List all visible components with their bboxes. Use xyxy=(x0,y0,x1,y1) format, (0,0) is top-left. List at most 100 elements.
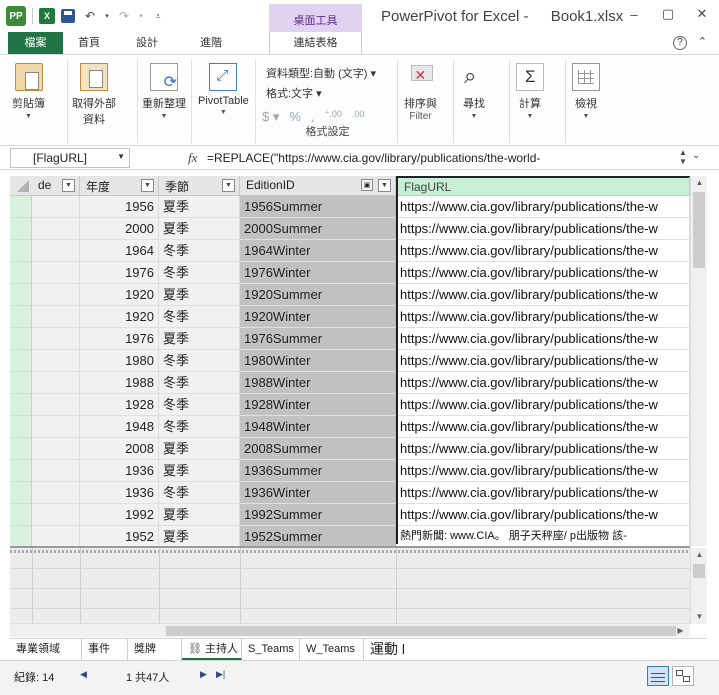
scroll-right-icon[interactable]: ▶ xyxy=(672,624,689,638)
cell-flag-url[interactable]: https://www.cia.gov/library/publications… xyxy=(398,438,690,460)
cell-season[interactable]: 冬季 xyxy=(159,416,240,438)
cell-code[interactable] xyxy=(32,416,80,438)
pane-splitter[interactable] xyxy=(10,550,690,553)
horizontal-scrollbar[interactable]: ▶ xyxy=(10,623,690,637)
cell-code[interactable] xyxy=(32,306,80,328)
cell-edition-id[interactable]: 1948Winter xyxy=(240,416,396,438)
grid-view-button[interactable] xyxy=(647,666,669,686)
cell-season[interactable]: 夏季 xyxy=(159,460,240,482)
cell-flag-url[interactable]: https://www.cia.gov/library/publications… xyxy=(398,328,690,350)
row-header[interactable] xyxy=(10,306,32,328)
select-all-corner[interactable] xyxy=(10,176,32,196)
row-header[interactable] xyxy=(10,284,32,306)
cell-year[interactable]: 1976 xyxy=(80,262,159,284)
row-header[interactable] xyxy=(10,416,32,438)
scroll-down-icon[interactable]: ▼ xyxy=(691,610,708,624)
tab-linked-table[interactable]: 連結表格 xyxy=(269,32,362,54)
cell-edition-id[interactable]: 2008Summer xyxy=(240,438,396,460)
sort-filter-button[interactable]: 排序與 Filter xyxy=(404,63,437,122)
cell-code[interactable] xyxy=(32,196,80,218)
cell-year[interactable]: 1920 xyxy=(80,284,159,306)
column-header-season[interactable]: 季節 ▼ xyxy=(159,176,240,196)
cell-code[interactable] xyxy=(32,284,80,306)
cell-season[interactable]: 夏季 xyxy=(159,526,240,548)
cell-flag-url[interactable]: 熱門新聞: www.CIA。 朋子天秤座/ p出版物 該- xyxy=(398,526,690,548)
cell-year[interactable]: 1976 xyxy=(80,328,159,350)
fx-icon[interactable]: fx xyxy=(188,150,197,166)
column-header-edition[interactable]: EditionID ▣ ▼ xyxy=(240,176,396,196)
cell-season[interactable]: 冬季 xyxy=(159,394,240,416)
format-dropdown[interactable]: 格式:文字 ▾ xyxy=(266,85,322,101)
cell-year[interactable]: 1956 xyxy=(80,196,159,218)
cell-code[interactable] xyxy=(32,218,80,240)
cell-season[interactable]: 冬季 xyxy=(159,372,240,394)
cell-flag-url[interactable]: https://www.cia.gov/library/publications… xyxy=(398,218,690,240)
sheet-tab-events[interactable]: 事件 xyxy=(82,639,128,660)
sheet-tab-w-teams[interactable]: W_Teams xyxy=(300,639,364,660)
cell-year[interactable]: 1988 xyxy=(80,372,159,394)
cell-code[interactable] xyxy=(32,482,80,504)
cell-code[interactable] xyxy=(32,240,80,262)
cell-flag-url[interactable]: https://www.cia.gov/library/publications… xyxy=(398,306,690,328)
calculation-area[interactable] xyxy=(10,546,690,626)
row-header[interactable] xyxy=(10,218,32,240)
cell-edition-id[interactable]: 1952Summer xyxy=(240,526,396,548)
row-header[interactable] xyxy=(10,482,32,504)
filter-dropdown-icon[interactable]: ▼ xyxy=(378,179,391,192)
cell-year[interactable]: 1920 xyxy=(80,306,159,328)
refresh-button[interactable]: 重新整理 ▼ xyxy=(142,63,186,120)
cell-year[interactable]: 1948 xyxy=(80,416,159,438)
formula-scroll-icon[interactable]: ▲ ▼ xyxy=(676,148,690,168)
powerpivot-logo-icon[interactable]: PP xyxy=(6,6,26,26)
expand-formula-icon[interactable]: ⌄ xyxy=(692,150,700,161)
row-header[interactable] xyxy=(10,196,32,218)
diagram-view-button[interactable] xyxy=(672,666,694,686)
cell-year[interactable]: 1936 xyxy=(80,460,159,482)
cell-flag-url[interactable]: https://www.cia.gov/library/publications… xyxy=(398,196,690,218)
cell-year[interactable]: 1936 xyxy=(80,482,159,504)
cell-flag-url[interactable]: https://www.cia.gov/library/publications… xyxy=(398,284,690,306)
row-header[interactable] xyxy=(10,394,32,416)
cell-code[interactable] xyxy=(32,394,80,416)
cell-edition-id[interactable]: 1936Winter xyxy=(240,482,396,504)
cell-code[interactable] xyxy=(32,372,80,394)
cell-flag-url[interactable]: https://www.cia.gov/library/publications… xyxy=(398,262,690,284)
redo-icon[interactable]: ↷ xyxy=(115,7,133,25)
cell-season[interactable]: 夏季 xyxy=(159,504,240,526)
tab-advanced[interactable]: 進階 xyxy=(186,32,236,54)
row-header[interactable] xyxy=(10,372,32,394)
cell-code[interactable] xyxy=(32,328,80,350)
sheet-tab-sports[interactable]: 運動 l xyxy=(364,639,424,660)
help-icon[interactable]: ? xyxy=(673,36,687,50)
cell-edition-id[interactable]: 1976Summer xyxy=(240,328,396,350)
row-header[interactable] xyxy=(10,504,32,526)
cell-season[interactable]: 冬季 xyxy=(159,350,240,372)
cell-edition-id[interactable]: 1920Summer xyxy=(240,284,396,306)
scroll-up-icon[interactable]: ▲ xyxy=(691,548,708,562)
restore-button[interactable]: ▢ xyxy=(651,0,685,28)
paste-button[interactable]: 剪貼簿 ▼ xyxy=(12,63,45,120)
cell-flag-url[interactable]: https://www.cia.gov/library/publications… xyxy=(398,394,690,416)
cell-year[interactable]: 1992 xyxy=(80,504,159,526)
cell-flag-url[interactable]: https://www.cia.gov/library/publications… xyxy=(398,482,690,504)
excel-icon[interactable]: X xyxy=(39,8,55,24)
cell-year[interactable]: 1952 xyxy=(80,526,159,548)
cell-edition-id[interactable]: 1920Winter xyxy=(240,306,396,328)
cell-year[interactable]: 1928 xyxy=(80,394,159,416)
tab-file[interactable]: 檔案 xyxy=(8,32,63,54)
calculations-button[interactable]: 計算 ▼ xyxy=(516,63,544,120)
row-header[interactable] xyxy=(10,526,32,548)
cell-code[interactable] xyxy=(32,526,80,548)
cell-code[interactable] xyxy=(32,504,80,526)
undo-dropdown-icon[interactable]: ▾ xyxy=(103,7,111,25)
customize-qat-icon[interactable]: ⩡ xyxy=(149,7,167,25)
cell-flag-url[interactable]: https://www.cia.gov/library/publications… xyxy=(398,416,690,438)
collapse-ribbon-icon[interactable]: ⌃ xyxy=(698,35,707,48)
cell-edition-id[interactable]: 1956Summer xyxy=(240,196,396,218)
cell-edition-id[interactable]: 2000Summer xyxy=(240,218,396,240)
tab-home[interactable]: 首頁 xyxy=(64,32,114,54)
column-header-code[interactable]: de ▼ xyxy=(32,176,80,196)
cell-season[interactable]: 冬季 xyxy=(159,306,240,328)
row-header[interactable] xyxy=(10,460,32,482)
cell-season[interactable]: 夏季 xyxy=(159,438,240,460)
